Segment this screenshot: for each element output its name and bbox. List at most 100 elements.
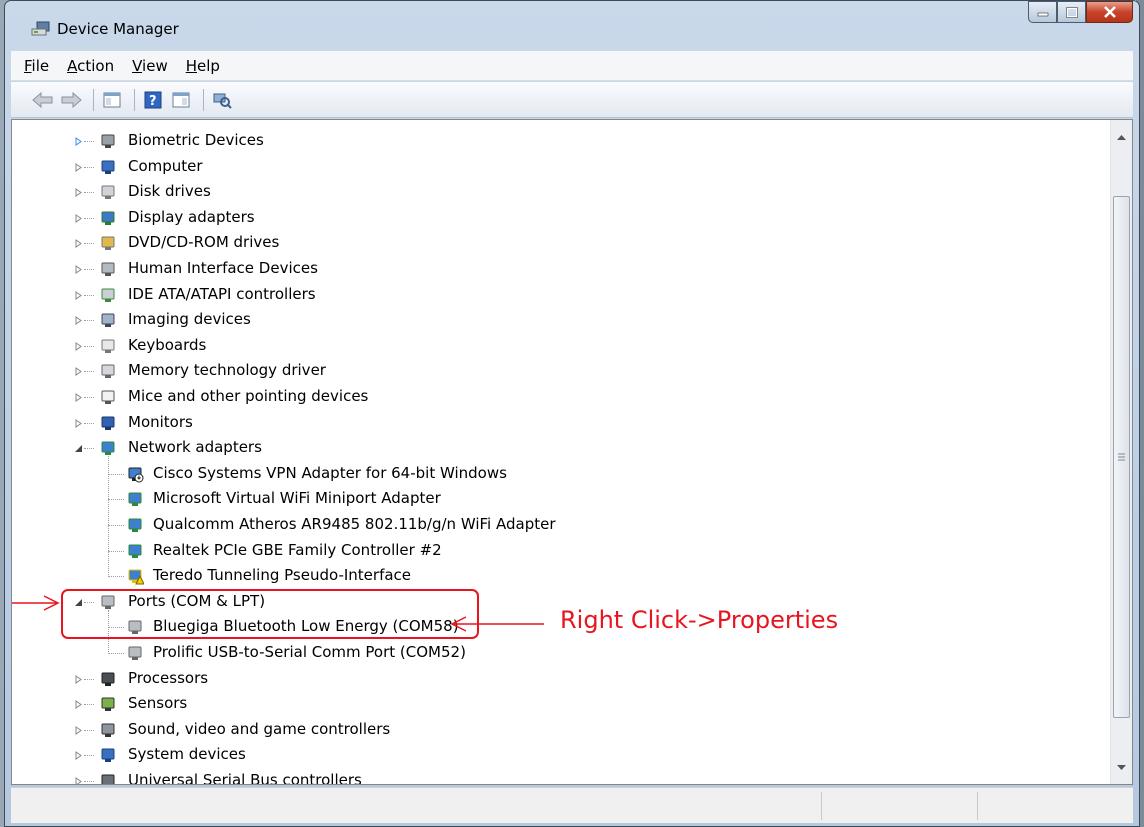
tree-category-label: Memory technology driver [128,361,326,380]
menu-view-mnemonic: V [132,56,143,75]
tree-category[interactable]: Mice and other pointing devices [12,385,1110,410]
tree-connector [84,269,94,270]
tree-device[interactable]: Realtek PCIe GBE Family Controller #2 [12,539,1110,564]
scroll-up-button[interactable] [1111,128,1132,148]
expand-arrow-icon[interactable] [74,265,82,274]
tree-category[interactable]: Display adapters [12,206,1110,231]
tree-device-label: Microsoft Virtual WiFi Miniport Adapter [153,489,441,508]
show-hide-console-tree-button[interactable] [100,88,124,112]
tree-device[interactable]: Cisco Systems VPN Adapter for 64-bit Win… [12,462,1110,487]
scan-hardware-button[interactable] [210,88,234,112]
expand-arrow-icon[interactable] [74,137,82,146]
tree-category[interactable]: System devices [12,743,1110,768]
annotation-callout-text: Right Click->Properties [560,606,839,634]
tree-category[interactable]: Disk drives [12,180,1110,205]
toolbar: ? [11,82,1133,118]
expand-arrow-icon[interactable] [74,162,82,172]
forward-button[interactable] [59,88,83,112]
minimize-icon [1037,12,1048,17]
tree-device[interactable]: Teredo Tunneling Pseudo-Interface [12,564,1110,589]
menu-action[interactable]: Action [58,57,123,75]
tree-category[interactable]: Monitors [12,411,1110,436]
tree-category-label: Disk drives [128,182,211,201]
tree-connector [84,729,94,731]
sensor-icon [101,697,115,712]
tree-category-label: Computer [128,156,203,175]
tree-connector [108,456,109,578]
tree-device[interactable]: Qualcomm Atheros AR9485 802.11b/g/n WiFi… [12,513,1110,538]
expand-arrow-icon[interactable] [74,188,82,198]
tree-category[interactable]: Computer [12,155,1110,180]
dvd-drive-icon [101,236,115,251]
tree-category[interactable]: Human Interface Devices [12,257,1110,282]
expand-arrow-icon[interactable] [74,341,82,351]
tree-category-label: Monitors [128,412,193,431]
tree-connector [84,345,94,347]
tree-connector [108,473,124,475]
svg-text:?: ? [149,94,157,109]
system-device-icon [101,748,115,763]
tree-device[interactable]: Prolific USB-to-Serial Comm Port (COM52) [12,641,1110,666]
maximize-button[interactable] [1057,1,1086,23]
expand-arrow-icon[interactable] [74,751,82,761]
tree-connector [84,704,94,706]
toolbar-separator [134,88,135,111]
expand-arrow-icon[interactable] [74,418,82,428]
network-adapter-warning-icon [128,569,144,585]
back-button[interactable] [31,88,55,112]
tree-category[interactable]: IDE ATA/ATAPI controllers [12,283,1110,308]
menu-file[interactable]: File [15,57,58,75]
tree-category[interactable]: Processors [12,667,1110,692]
tree-connector [84,781,94,782]
expand-arrow-icon[interactable] [74,674,82,684]
show-hide-tree-icon [103,92,121,107]
expand-arrow-icon[interactable] [74,367,82,377]
annotation-highlight-box [61,589,479,639]
close-button[interactable] [1086,1,1133,23]
tree-connector [108,499,124,501]
tree-category-label: Processors [128,668,209,687]
tree-category[interactable]: Memory technology driver [12,359,1110,384]
tree-category-label: Sound, video and game controllers [128,719,391,738]
window-title: Device Manager [57,20,179,38]
status-segment [977,792,978,820]
tree-connector [84,243,94,245]
tree-category[interactable]: Network adapters [12,436,1110,461]
tree-device[interactable]: Microsoft Virtual WiFi Miniport Adapter [12,487,1110,512]
expand-arrow-icon[interactable] [74,290,82,300]
properties-button[interactable] [169,88,193,112]
tree-category[interactable]: Biometric Devices [12,129,1110,154]
device-tree: Biometric Devices Computer Disk drives Disp… [12,120,1110,784]
expand-arrow-icon[interactable] [74,316,82,326]
network-adapter-disabled-icon [128,467,144,483]
tree-connector [84,448,94,450]
tree-category[interactable]: Keyboards [12,334,1110,359]
tree-category[interactable]: Universal Serial Bus controllers [12,769,1110,785]
title-bar[interactable]: Device Manager [5,1,1139,49]
expand-arrow-icon[interactable] [74,725,82,735]
tree-category[interactable]: DVD/CD-ROM drives [12,231,1110,256]
collapse-arrow-icon[interactable] [74,444,82,453]
expand-arrow-icon[interactable] [74,700,82,710]
network-adapter-icon [128,492,142,507]
help-button[interactable]: ? [141,88,165,112]
menu-view[interactable]: View [123,57,177,75]
scrollbar-thumb[interactable] [1113,196,1130,718]
expand-arrow-icon[interactable] [74,393,82,402]
menu-action-mnemonic: A [67,56,78,75]
network-adapter-icon [128,544,142,558]
tree-category[interactable]: Sound, video and game controllers [12,718,1110,743]
tree-connector [84,294,94,296]
vertical-scrollbar[interactable] [1110,120,1132,784]
menu-help[interactable]: Help [177,57,229,75]
hid-icon [101,262,115,276]
tree-category-label: Network adapters [128,438,262,457]
expand-arrow-icon[interactable] [74,213,82,223]
scroll-down-button[interactable] [1111,758,1132,778]
scan-hardware-icon [213,93,232,109]
tree-category[interactable]: Imaging devices [12,308,1110,333]
expand-arrow-icon[interactable] [74,777,82,785]
tree-category[interactable]: Sensors [12,692,1110,717]
minimize-button[interactable] [1028,1,1057,23]
expand-arrow-icon[interactable] [74,239,82,249]
